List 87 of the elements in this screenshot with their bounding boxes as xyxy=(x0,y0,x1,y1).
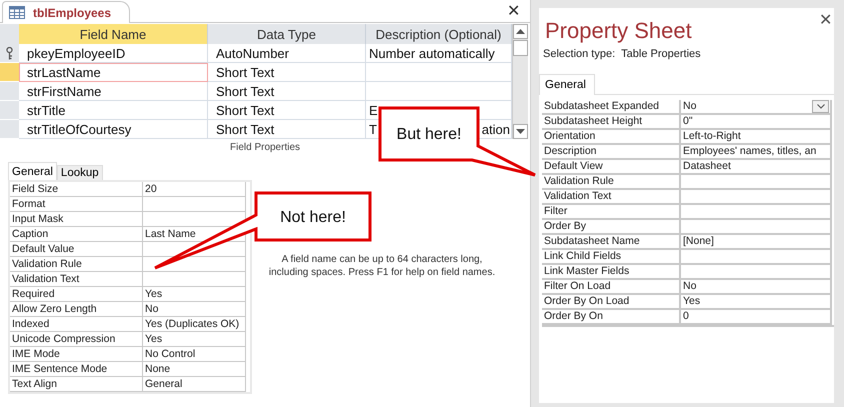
property-name: Filter On Load xyxy=(542,280,681,295)
property-name: Subdatasheet Height xyxy=(542,115,681,130)
property-value[interactable]: Yes xyxy=(143,332,246,347)
description-text: T xyxy=(369,122,377,136)
property-name: IME Mode xyxy=(10,347,143,362)
property-name: Indexed xyxy=(10,317,143,332)
property-value[interactable]: No Control xyxy=(143,347,246,362)
field-name-cell[interactable]: strTitle xyxy=(19,101,208,120)
property-name: Field Size xyxy=(10,182,143,197)
property-value[interactable]: 0 xyxy=(681,310,832,325)
data-type-cell[interactable]: AutoNumber xyxy=(208,44,366,63)
key-icon xyxy=(6,46,13,60)
data-type-cell[interactable]: Short Text xyxy=(208,82,366,101)
properties-tab[interactable]: General xyxy=(8,162,57,180)
property-value[interactable]: [None] xyxy=(681,235,832,250)
property-name: Orientation xyxy=(542,130,681,145)
callout-text: But here! xyxy=(396,126,462,143)
section-heading: Field Properties xyxy=(228,142,302,153)
property-name: Required xyxy=(10,287,143,302)
property-value[interactable]: 0" xyxy=(681,115,832,130)
description-text: Number automatically xyxy=(369,46,495,60)
property-name: Validation Text xyxy=(10,272,143,287)
property-name: Default Value xyxy=(10,242,143,257)
property-value[interactable]: No xyxy=(143,302,246,317)
scrollbar[interactable] xyxy=(512,24,528,139)
property-name: Validation Rule xyxy=(10,257,143,272)
property-value[interactable]: General xyxy=(143,377,246,392)
document-tab[interactable]: tblEmployees xyxy=(2,1,130,23)
sheet-tab[interactable]: General xyxy=(539,74,595,95)
property-name: Input Mask xyxy=(10,212,143,227)
data-type-cell[interactable]: Short Text xyxy=(208,101,366,120)
property-name: Allow Zero Length xyxy=(10,302,143,317)
property-value[interactable]: No xyxy=(681,280,832,295)
property-value[interactable]: 20 xyxy=(143,182,246,197)
close-icon[interactable]: ✕ xyxy=(507,1,530,21)
scroll-down-icon[interactable] xyxy=(516,129,525,134)
table-icon xyxy=(9,6,25,19)
column-header[interactable]: Field Name xyxy=(19,24,208,44)
property-name: Subdatasheet Name xyxy=(542,235,681,250)
description-cell[interactable]: Number automatically xyxy=(366,44,512,63)
property-value[interactable]: None xyxy=(143,362,246,377)
properties-tab[interactable]: Lookup xyxy=(56,165,103,180)
row-selector[interactable] xyxy=(0,44,19,63)
close-icon[interactable]: ✕ xyxy=(819,10,832,30)
property-name: Order By On Load xyxy=(542,295,681,310)
scrollbar-thumb[interactable] xyxy=(513,40,528,56)
property-value[interactable]: Yes xyxy=(143,287,246,302)
field-name-cell[interactable]: pkeyEmployeeID xyxy=(19,44,208,63)
description-text: ation xyxy=(482,122,510,136)
data-type-cell[interactable]: Short Text xyxy=(208,120,366,139)
selection-label: Selection type: xyxy=(543,48,616,60)
description-cell[interactable] xyxy=(366,63,512,82)
property-value[interactable]: Yes (Duplicates OK) xyxy=(143,317,246,332)
field-name-cell[interactable]: strLastName xyxy=(19,63,208,82)
scroll-up-icon[interactable] xyxy=(516,29,525,34)
property-name: Order By On xyxy=(542,310,681,325)
property-name: Subdatasheet Expanded xyxy=(542,100,681,115)
column-header[interactable]: Data Type xyxy=(208,24,366,44)
data-type-cell[interactable]: Short Text xyxy=(208,63,366,82)
property-value[interactable]: Employees' names, titles, an xyxy=(681,145,832,160)
panel-title: Property Sheet xyxy=(545,18,692,44)
description-text: E xyxy=(369,102,378,118)
property-name: Link Master Fields xyxy=(542,265,681,280)
property-name: Validation Text xyxy=(542,190,681,205)
selection-type: Table Properties xyxy=(621,48,701,60)
property-name: Unicode Compression xyxy=(10,332,143,347)
dropdown-icon[interactable] xyxy=(812,100,829,113)
field-name-cell[interactable]: strFirstName xyxy=(19,82,208,101)
property-name: Caption xyxy=(10,227,143,242)
property-name: Order By xyxy=(542,220,681,235)
property-name: Link Child Fields xyxy=(542,250,681,265)
help-text: A field name can be up to 64 characters long, including spaces. Press F1 for help on field names. xyxy=(268,253,496,280)
property-value[interactable]: No xyxy=(681,100,832,115)
property-name: Description xyxy=(542,145,681,160)
property-name: Format xyxy=(10,197,143,212)
column-header[interactable]: Description (Optional) xyxy=(366,24,512,44)
property-value[interactable]: Datasheet xyxy=(681,160,832,175)
property-name: Text Align xyxy=(10,377,143,392)
callout-text: Not here! xyxy=(280,209,346,226)
property-name: Default View xyxy=(542,160,681,175)
description-cell[interactable] xyxy=(366,82,512,101)
property-value[interactable]: Yes xyxy=(681,295,832,310)
property-name: Filter xyxy=(542,205,681,220)
field-name-cell[interactable]: strTitleOfCourtesy xyxy=(19,120,208,139)
property-value[interactable]: Left-to-Right xyxy=(681,130,832,145)
property-name: Validation Rule xyxy=(542,175,681,190)
property-name: IME Sentence Mode xyxy=(10,362,143,377)
